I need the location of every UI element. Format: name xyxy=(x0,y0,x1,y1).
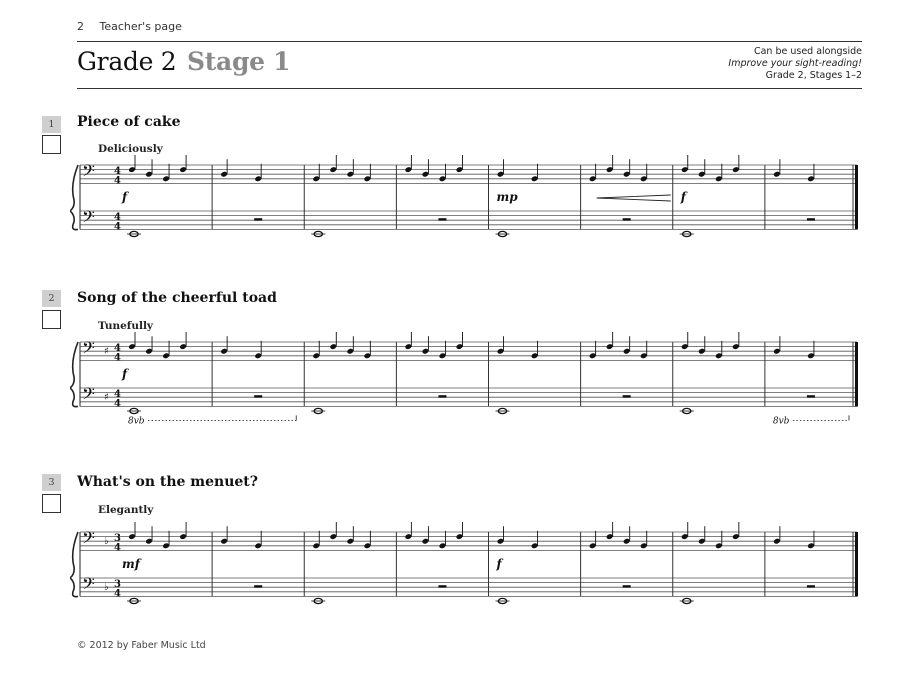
score-system: 𝄢 44♯𝄢 44♯f8vb 8vb xyxy=(70,332,858,426)
tempo-marking: Deliciously xyxy=(98,143,163,155)
bass-clef-icon: 𝄢 xyxy=(82,161,95,185)
bass-clef-icon: 𝄢 xyxy=(82,574,95,598)
key-signature: ♭ xyxy=(104,536,109,547)
key-signature: ♭ xyxy=(104,582,109,593)
tempo-marking: Tunefully xyxy=(98,320,154,332)
time-signature-bottom: 4 xyxy=(114,542,121,553)
piece-number-badge: 1 xyxy=(42,116,61,133)
piece-number-badge: 2 xyxy=(42,290,61,307)
whole-rest xyxy=(622,585,631,588)
tempo-marking: Elegantly xyxy=(98,504,154,516)
brace xyxy=(70,531,79,598)
dynamic-marking: f xyxy=(496,557,504,571)
bass-clef-icon: 𝄢 xyxy=(82,384,95,408)
time-signature-bottom: 4 xyxy=(114,352,121,363)
dynamic-marking: f xyxy=(121,190,129,204)
octave-marking: 8vb xyxy=(128,416,145,426)
note-line-book-title: Improve your sight-reading! xyxy=(728,58,862,69)
whole-rest xyxy=(622,218,631,221)
whole-rest xyxy=(806,218,815,221)
completion-checkbox[interactable] xyxy=(42,135,61,154)
running-title: Teacher's page xyxy=(99,20,182,33)
completion-checkbox[interactable] xyxy=(42,494,61,513)
score-system: 𝄢 44𝄢 44f mp f xyxy=(70,155,858,238)
time-signature-bottom: 4 xyxy=(114,221,121,232)
stage-label: Stage 1 xyxy=(187,47,291,76)
companion-note: Can be used alongside Improve your sight… xyxy=(728,46,862,82)
bass-clef-icon: 𝄢 xyxy=(82,207,95,231)
header-rule-bottom xyxy=(77,88,862,89)
brace xyxy=(70,341,79,408)
note-line: Grade 2, Stages 1–2 xyxy=(765,70,862,81)
whole-rest xyxy=(438,218,447,221)
page-title: Grade 2 Stage 1 xyxy=(77,47,291,76)
whole-rest xyxy=(438,585,447,588)
final-barline-thick xyxy=(855,342,858,407)
whole-rest xyxy=(622,395,631,398)
key-signature: ♯ xyxy=(104,392,109,403)
header-rule-top xyxy=(77,41,862,42)
whole-rest xyxy=(438,395,447,398)
key-signature: ♯ xyxy=(104,346,109,357)
time-signature-bottom: 4 xyxy=(114,588,121,599)
grade-label: Grade 2 xyxy=(77,47,177,76)
piece-title: What's on the menuet? xyxy=(77,474,258,490)
note-line: Can be used alongside xyxy=(753,46,862,57)
copyright: © 2012 by Faber Music Ltd xyxy=(77,640,206,651)
final-barline-thick xyxy=(855,532,858,597)
bass-clef-icon: 𝄢 xyxy=(82,338,95,362)
page-number: 2 xyxy=(77,20,84,33)
time-signature-bottom: 4 xyxy=(114,175,121,186)
time-signature-bottom: 4 xyxy=(114,398,121,409)
dynamic-marking: mf xyxy=(122,557,142,571)
completion-checkbox[interactable] xyxy=(42,310,61,329)
octave-marking: 8vb xyxy=(773,416,790,426)
score-system: 𝄢 34♭𝄢 34♭mf f xyxy=(70,522,858,605)
dynamic-marking: f xyxy=(680,190,688,204)
piece-title: Piece of cake xyxy=(77,114,181,130)
crescendo-hairpin xyxy=(596,194,671,202)
dynamic-marking: f xyxy=(121,367,129,381)
whole-rest xyxy=(806,395,815,398)
piece-title: Song of the cheerful toad xyxy=(77,290,277,306)
dynamic-marking: mp xyxy=(497,190,519,204)
running-head: 2 Teacher's page xyxy=(77,20,182,33)
whole-rest xyxy=(254,395,263,398)
brace xyxy=(70,164,79,231)
whole-rest xyxy=(254,218,263,221)
whole-rest xyxy=(254,585,263,588)
piece-number-badge: 3 xyxy=(42,474,61,491)
final-barline-thick xyxy=(855,165,858,230)
whole-rest xyxy=(806,585,815,588)
bass-clef-icon: 𝄢 xyxy=(82,528,95,552)
